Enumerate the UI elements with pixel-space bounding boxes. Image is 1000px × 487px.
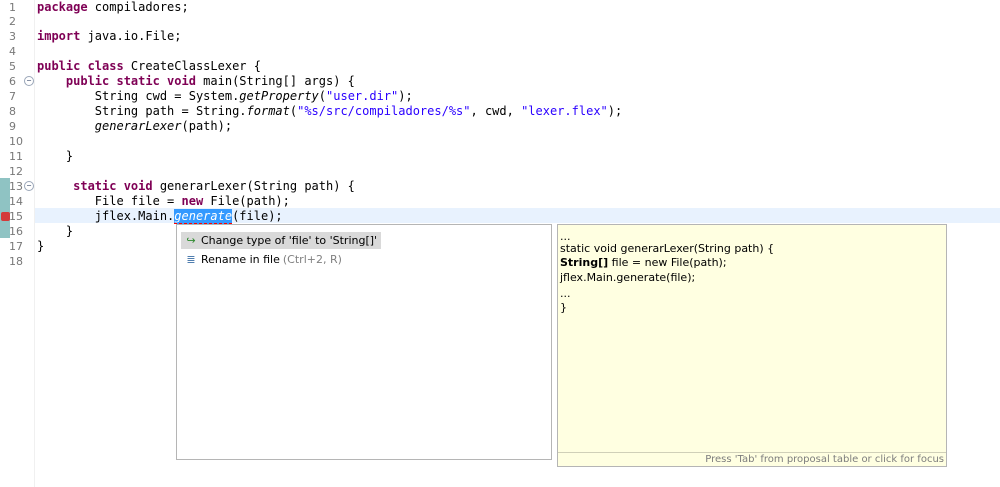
line-number: 10 — [9, 135, 23, 148]
code-line[interactable]: File file = new File(path); — [37, 194, 290, 209]
code-text: ( — [318, 89, 327, 103]
code-text: jflex.Main. — [37, 209, 175, 223]
code-text: java.io.File; — [80, 29, 182, 43]
code-text: ); — [607, 104, 623, 118]
line-number: 15 — [9, 210, 23, 223]
code-text: } — [37, 149, 74, 163]
code-text: , cwd, — [470, 104, 522, 118]
code-text: File(path); — [203, 194, 290, 208]
code-text: CreateClassLexer { — [123, 59, 261, 73]
string-literal: "lexer.flex" — [521, 104, 608, 118]
line-number: 1 — [9, 1, 16, 14]
code-text: String path = String. — [37, 104, 247, 118]
static-method: getProperty — [239, 89, 319, 103]
code-line[interactable]: } — [37, 224, 73, 239]
fold-collapse-icon[interactable]: − — [24, 76, 34, 86]
preview-text: file = new File(path); — [608, 256, 727, 269]
line-number: 9 — [9, 120, 16, 133]
code-text: String cwd = System. — [37, 89, 240, 103]
code-line[interactable]: } — [37, 149, 73, 164]
proposal-shortcut: (Ctrl+2, R) — [282, 253, 342, 266]
quickfix-icon: ↪ — [186, 233, 196, 247]
line-number: 5 — [9, 60, 16, 73]
code-text: generarLexer(String path) { — [152, 179, 355, 193]
code-line[interactable]: String cwd = System.getProperty("user.di… — [37, 89, 413, 104]
code-line[interactable]: } — [37, 239, 44, 254]
keyword: public static void — [65, 74, 196, 88]
quick-fix-proposals-list[interactable]: ↪ Change type of 'file' to 'String[]' ≣ … — [176, 224, 552, 460]
string-literal: "user.dir" — [326, 89, 399, 103]
code-line[interactable]: package compiladores; — [37, 0, 189, 15]
selected-method-with-error[interactable]: generate — [174, 209, 233, 224]
keyword: new — [181, 194, 204, 208]
line-number: 12 — [9, 165, 23, 178]
code-line[interactable]: public class CreateClassLexer { — [37, 59, 261, 74]
proposal-change-type[interactable]: ↪ Change type of 'file' to 'String[]' — [181, 232, 382, 249]
code-text: compiladores; — [87, 0, 189, 14]
code-text: (file); — [232, 209, 283, 223]
preview-status-text: Press 'Tab' from proposal table or click… — [558, 452, 946, 466]
code-line[interactable]: public static void main(String[] args) { — [37, 74, 355, 89]
code-text: } — [37, 239, 45, 253]
code-line[interactable]: static void generarLexer(String path) { — [37, 179, 355, 194]
string-literal: "%s/src/compiladores/%s" — [297, 104, 471, 118]
code-text: ); — [398, 89, 413, 103]
preview-line: jflex.Main.generate(file); — [560, 271, 696, 284]
proposal-preview[interactable]: ... static void generarLexer(String path… — [557, 224, 947, 467]
code-text: (path); — [181, 119, 233, 133]
preview-line: } — [560, 301, 567, 314]
line-number: 11 — [9, 150, 23, 163]
rename-icon: ≣ — [186, 252, 196, 266]
proposal-label: Change type of 'file' to 'String[]' — [201, 234, 378, 247]
code-text: } — [37, 224, 74, 238]
keyword: public class — [37, 59, 124, 73]
fold-collapse-icon[interactable]: − — [24, 181, 34, 191]
line-number: 3 — [9, 30, 16, 43]
line-number: 17 — [9, 240, 23, 253]
preview-line: static void generarLexer(String path) { — [560, 242, 775, 255]
preview-line: ... — [560, 287, 571, 300]
line-number: 7 — [9, 90, 16, 103]
line-number: 18 — [9, 255, 23, 268]
preview-changed-text: String[] — [560, 256, 609, 269]
static-method: format — [246, 104, 290, 118]
code-line[interactable]: import java.io.File; — [37, 29, 182, 44]
static-method: generarLexer — [94, 119, 182, 133]
line-number: 16 — [9, 225, 23, 238]
proposal-label: Rename in file — [201, 253, 280, 266]
line-number: 4 — [9, 45, 16, 58]
preview-line: String[] file = new File(path); — [560, 255, 727, 270]
code-text: main(String[] args) { — [195, 74, 355, 88]
line-number: 14 — [9, 195, 23, 208]
gutter-separator — [34, 0, 35, 487]
line-number: 8 — [9, 105, 16, 118]
code-text: File file = — [37, 194, 182, 208]
code-line[interactable]: String path = String.format("%s/src/comp… — [37, 104, 622, 119]
code-line[interactable]: generarLexer(path); — [37, 119, 232, 134]
keyword: import — [37, 29, 81, 43]
keyword: static void — [73, 179, 153, 193]
line-number: 2 — [9, 15, 16, 28]
code-line[interactable]: jflex.Main.generate(file); — [37, 209, 283, 224]
proposal-rename-in-file[interactable]: ≣ Rename in file (Ctrl+2, R) — [181, 251, 346, 268]
error-marker-icon[interactable] — [1, 212, 10, 221]
keyword: package — [37, 0, 88, 14]
